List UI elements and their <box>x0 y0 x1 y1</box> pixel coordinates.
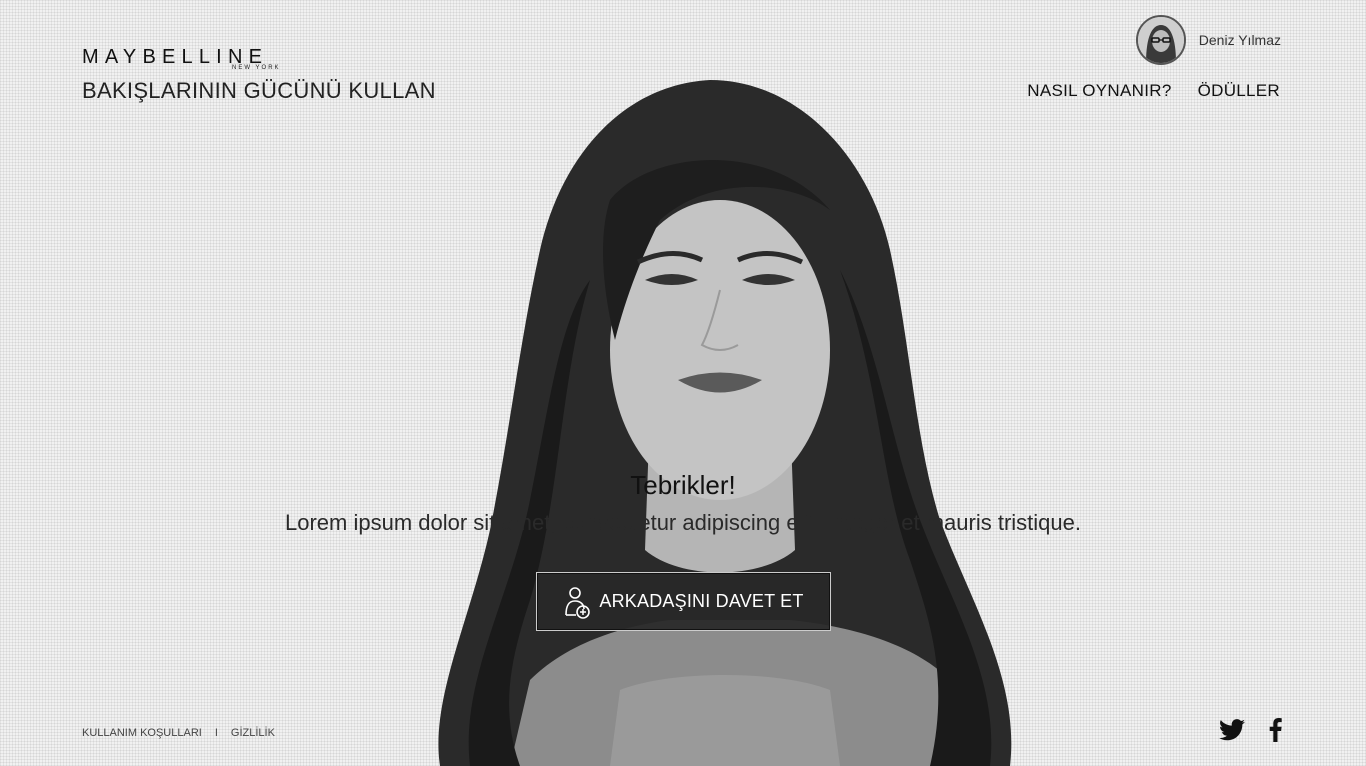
hero-title: Tebrikler! <box>630 470 736 500</box>
social-links <box>1219 718 1282 742</box>
main-nav: NASIL OYNANIR? ÖDÜLLER <box>1027 81 1280 101</box>
model-image <box>438 80 1012 766</box>
facebook-icon[interactable] <box>1269 718 1282 742</box>
user-avatar[interactable] <box>1135 15 1186 65</box>
footer-separator: I <box>214 727 218 739</box>
twitter-icon[interactable] <box>1219 719 1245 741</box>
brand-logo[interactable]: MAYBELLINE NEW YORK <box>82 46 322 74</box>
logo-subtext: NEW YORK <box>232 65 281 71</box>
brand: MAYBELLINE NEW YORK BAKIŞLARININ GÜCÜNÜ … <box>82 46 436 104</box>
nav-how-to-play[interactable]: NASIL OYNANIR? <box>1027 81 1171 101</box>
avatar-icon <box>1137 17 1184 63</box>
nav-rewards[interactable]: ÖDÜLLER <box>1198 81 1280 101</box>
hero-text: Lorem ipsum dolor sit amet, consectetur … <box>284 510 1082 535</box>
privacy-link[interactable]: GİZLİLİK <box>231 727 275 739</box>
footer-links: KULLANIM KOŞULLARI I GİZLİLİK <box>82 727 275 739</box>
brand-tagline: BAKIŞLARININ GÜCÜNÜ KULLAN <box>82 78 436 103</box>
terms-link[interactable]: KULLANIM KOŞULLARI <box>82 727 202 739</box>
user-profile[interactable]: Deniz Yılmaz <box>1135 15 1281 65</box>
user-name[interactable]: Deniz Yılmaz <box>1199 32 1281 48</box>
logo-text: MAYBELLINE <box>82 46 269 68</box>
add-user-icon <box>565 586 591 619</box>
invite-button-label: ARKADAŞINI DAVET ET <box>599 591 804 611</box>
invite-friend-button[interactable]: ARKADAŞINI DAVET ET <box>536 572 831 631</box>
